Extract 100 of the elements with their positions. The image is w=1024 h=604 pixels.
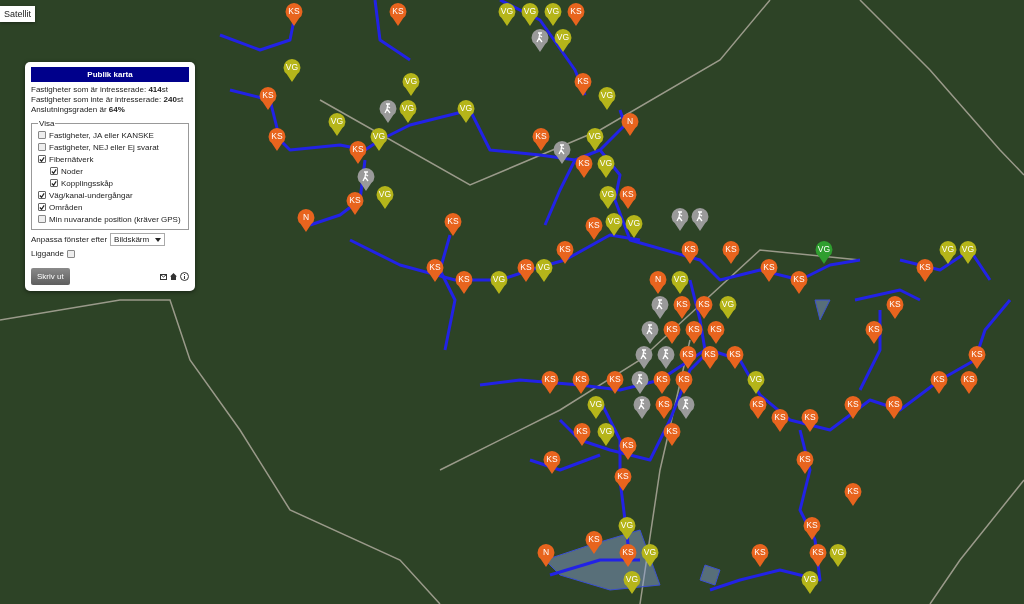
map-pin[interactable]: KS [844, 483, 862, 507]
map-pin[interactable]: KS [930, 371, 948, 395]
checkbox[interactable] [50, 179, 58, 187]
checkbox[interactable] [38, 143, 46, 151]
map-pin[interactable] [357, 168, 375, 192]
map-pin[interactable]: VG [535, 259, 553, 283]
map-pin[interactable]: VG [554, 29, 572, 53]
map-pin[interactable]: KS [268, 128, 286, 152]
map-pin[interactable]: KS [749, 396, 767, 420]
map-pin[interactable] [531, 29, 549, 53]
map-pin[interactable]: VG [586, 128, 604, 152]
map-pin[interactable] [553, 141, 571, 165]
map-pin[interactable]: KS [695, 296, 713, 320]
map-pin[interactable]: VG [597, 155, 615, 179]
map-pin[interactable]: KS [796, 451, 814, 475]
checkbox[interactable] [66, 249, 75, 258]
map-pin[interactable]: VG [719, 296, 737, 320]
map-pin[interactable]: N [649, 271, 667, 295]
map-pin[interactable]: KS [455, 271, 473, 295]
map-pin[interactable]: KS [614, 468, 632, 492]
map-pin[interactable]: KS [426, 259, 444, 283]
map-pin[interactable]: KS [655, 396, 673, 420]
map-pin[interactable]: KS [685, 321, 703, 345]
map-pin[interactable]: KS [444, 213, 462, 237]
map-pin[interactable]: KS [681, 241, 699, 265]
map-pin[interactable]: KS [346, 192, 364, 216]
map-pin[interactable]: VG [521, 3, 539, 27]
map-pin[interactable]: KS [349, 141, 367, 165]
map-pin[interactable] [671, 208, 689, 232]
map-pin[interactable] [677, 396, 695, 420]
map-pin[interactable]: VG [618, 517, 636, 541]
map-pin[interactable]: KS [606, 371, 624, 395]
map-pin[interactable]: VG [815, 241, 833, 265]
map-pin[interactable]: KS [663, 321, 681, 345]
map-pin[interactable]: VG [283, 59, 301, 83]
map-pin[interactable]: KS [722, 241, 740, 265]
map-pin[interactable] [691, 208, 709, 232]
fit-dropdown[interactable]: Bildskärm [110, 233, 166, 246]
map-pin[interactable]: KS [751, 544, 769, 568]
map-pin[interactable]: KS [575, 155, 593, 179]
map-pin[interactable]: KS [673, 296, 691, 320]
map-pin[interactable]: KS [771, 409, 789, 433]
checkbox[interactable] [38, 215, 46, 223]
map-pin[interactable]: KS [707, 321, 725, 345]
map-pin[interactable]: KS [865, 321, 883, 345]
map-pin[interactable]: VG [959, 241, 977, 265]
map-pin[interactable] [379, 100, 397, 124]
map-pin[interactable]: KS [885, 396, 903, 420]
map-pin[interactable]: KS [517, 259, 535, 283]
map-pin[interactable]: KS [803, 517, 821, 541]
map-pin[interactable]: KS [726, 346, 744, 370]
map-pin[interactable]: VG [625, 215, 643, 239]
map-pin[interactable]: KS [663, 423, 681, 447]
map-pin[interactable]: VG [587, 396, 605, 420]
map-pin[interactable]: KS [285, 3, 303, 27]
map-pin[interactable]: VG [829, 544, 847, 568]
map-pin[interactable]: KS [679, 346, 697, 370]
map-pin[interactable]: VG [544, 3, 562, 27]
map-pin[interactable]: VG [376, 186, 394, 210]
checkbox[interactable] [38, 131, 46, 139]
map-pin[interactable] [651, 296, 669, 320]
map-pin[interactable]: KS [886, 296, 904, 320]
checkbox[interactable] [38, 203, 46, 211]
map-pin[interactable]: KS [675, 371, 693, 395]
map-pin[interactable]: VG [399, 100, 417, 124]
map-pin[interactable]: KS [844, 396, 862, 420]
map-pin[interactable]: KS [619, 186, 637, 210]
map-pin[interactable]: KS [619, 437, 637, 461]
map-pin[interactable]: VG [939, 241, 957, 265]
map-pin[interactable]: KS [585, 217, 603, 241]
map-pin[interactable]: KS [573, 423, 591, 447]
mail-icon[interactable] [160, 273, 167, 280]
map-pin[interactable]: KS [968, 346, 986, 370]
print-button[interactable]: Skriv ut [31, 268, 70, 285]
map-pin[interactable] [631, 371, 649, 395]
map-pin[interactable]: VG [623, 571, 641, 595]
map-pin[interactable]: N [621, 113, 639, 137]
map-pin[interactable]: VG [490, 271, 508, 295]
map-pin[interactable] [641, 321, 659, 345]
map-pin[interactable]: VG [457, 100, 475, 124]
map-pin[interactable] [657, 346, 675, 370]
map-pin[interactable]: KS [619, 544, 637, 568]
map-pin[interactable]: KS [567, 3, 585, 27]
checkbox[interactable] [38, 155, 46, 163]
map-pin[interactable]: VG [328, 113, 346, 137]
map-pin[interactable]: KS [653, 371, 671, 395]
map-pin[interactable]: KS [543, 451, 561, 475]
map-pin[interactable]: KS [701, 346, 719, 370]
map-pin[interactable]: VG [605, 213, 623, 237]
map-pin[interactable]: KS [541, 371, 559, 395]
map-pin[interactable] [633, 396, 651, 420]
map-pin[interactable]: VG [671, 271, 689, 295]
map-pin[interactable]: VG [597, 423, 615, 447]
map-pin[interactable]: KS [585, 531, 603, 555]
map-pin[interactable]: KS [960, 371, 978, 395]
map-pin[interactable]: VG [641, 544, 659, 568]
map-pin[interactable]: VG [402, 73, 420, 97]
checkbox[interactable] [38, 191, 46, 199]
map-pin[interactable] [635, 346, 653, 370]
info-icon[interactable] [180, 272, 189, 281]
